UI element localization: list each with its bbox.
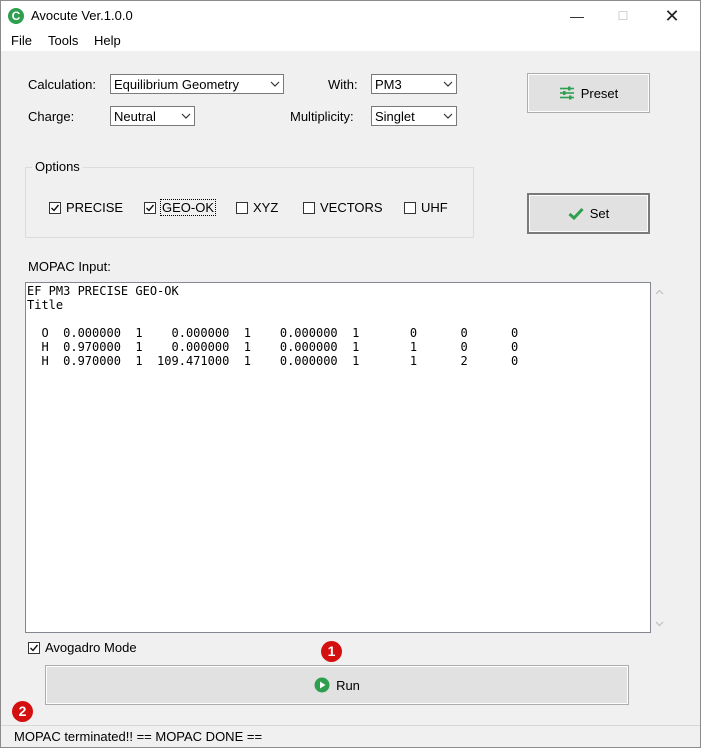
multiplicity-value: Singlet	[375, 109, 415, 124]
set-button-label: Set	[589, 206, 610, 221]
status-bar: MOPAC terminated!! == MOPAC DONE ==	[1, 725, 700, 747]
chevron-down-icon	[443, 113, 453, 119]
mopac-input-textarea[interactable]: EF PM3 PRECISE GEO-OK Title O 0.000000 1…	[25, 282, 651, 633]
option-precise-label: PRECISE	[66, 200, 124, 215]
with-value: PM3	[375, 77, 402, 92]
mopac-input-scrollbar[interactable]	[651, 282, 668, 633]
with-select[interactable]: PM3	[371, 74, 457, 94]
option-uhf-label: UHF	[421, 200, 448, 215]
minimize-button[interactable]: —	[554, 1, 600, 31]
chevron-down-icon	[270, 81, 280, 87]
set-button[interactable]: Set	[527, 193, 650, 234]
mopac-input-text: EF PM3 PRECISE GEO-OK Title O 0.000000 1…	[27, 284, 519, 368]
preset-button[interactable]: Preset	[527, 73, 650, 113]
avogadro-mode-label: Avogadro Mode	[45, 640, 137, 655]
multiplicity-label: Multiplicity:	[290, 109, 354, 124]
window-title: Avocute Ver.1.0.0	[31, 8, 133, 23]
option-geo-ok-label: GEO-OK	[159, 199, 217, 216]
play-icon	[314, 677, 330, 693]
maximize-button[interactable]: ☐	[600, 1, 646, 31]
menu-help[interactable]: Help	[94, 33, 121, 48]
app-window: C Avocute Ver.1.0.0 — ☐ ✕ File Tools Hel…	[0, 0, 701, 748]
with-label: With:	[328, 77, 358, 92]
menu-tools[interactable]: Tools	[48, 33, 78, 48]
option-uhf-checkbox[interactable]: UHF	[404, 200, 448, 215]
avogadro-mode-checkbox[interactable]: Avogadro Mode	[28, 640, 137, 655]
step-marker-2: 2	[12, 701, 33, 722]
chevron-down-icon	[443, 81, 453, 87]
title-bar[interactable]: C Avocute Ver.1.0.0 — ☐ ✕	[1, 1, 700, 31]
calculation-value: Equilibrium Geometry	[114, 77, 239, 92]
run-button[interactable]: Run	[45, 665, 629, 705]
checkmark-icon	[146, 204, 155, 212]
checkmark-icon	[30, 644, 39, 652]
option-vectors-label: VECTORS	[320, 200, 383, 215]
charge-select[interactable]: Neutral	[110, 106, 195, 126]
checkmark-icon	[51, 204, 60, 212]
run-button-label: Run	[336, 677, 360, 693]
sliders-icon	[559, 86, 574, 100]
preset-button-label: Preset	[580, 85, 619, 101]
step-marker-1: 1	[321, 641, 342, 662]
option-vectors-checkbox[interactable]: VECTORS	[303, 200, 383, 215]
option-precise-checkbox[interactable]: PRECISE	[49, 200, 123, 215]
app-logo-icon: C	[8, 8, 24, 24]
calculation-label: Calculation:	[28, 77, 96, 92]
calculation-select[interactable]: Equilibrium Geometry	[110, 74, 284, 94]
option-xyz-label: XYZ	[253, 200, 279, 215]
chevron-down-icon	[181, 113, 191, 119]
menu-file[interactable]: File	[11, 33, 32, 48]
charge-label: Charge:	[28, 109, 75, 124]
chevron-down-icon[interactable]	[654, 618, 665, 629]
menu-bar: File Tools Help	[1, 31, 700, 51]
option-xyz-checkbox[interactable]: XYZ	[236, 200, 278, 215]
options-group-title: Options	[32, 159, 83, 174]
option-geo-ok-checkbox[interactable]: GEO-OK	[144, 199, 217, 216]
close-button[interactable]: ✕	[649, 1, 695, 31]
checkmark-icon	[568, 207, 584, 220]
mopac-input-label: MOPAC Input:	[28, 259, 111, 274]
multiplicity-select[interactable]: Singlet	[371, 106, 457, 126]
charge-value: Neutral	[114, 109, 156, 124]
chevron-up-icon[interactable]	[654, 287, 665, 298]
status-text: MOPAC terminated!! == MOPAC DONE ==	[14, 729, 263, 744]
